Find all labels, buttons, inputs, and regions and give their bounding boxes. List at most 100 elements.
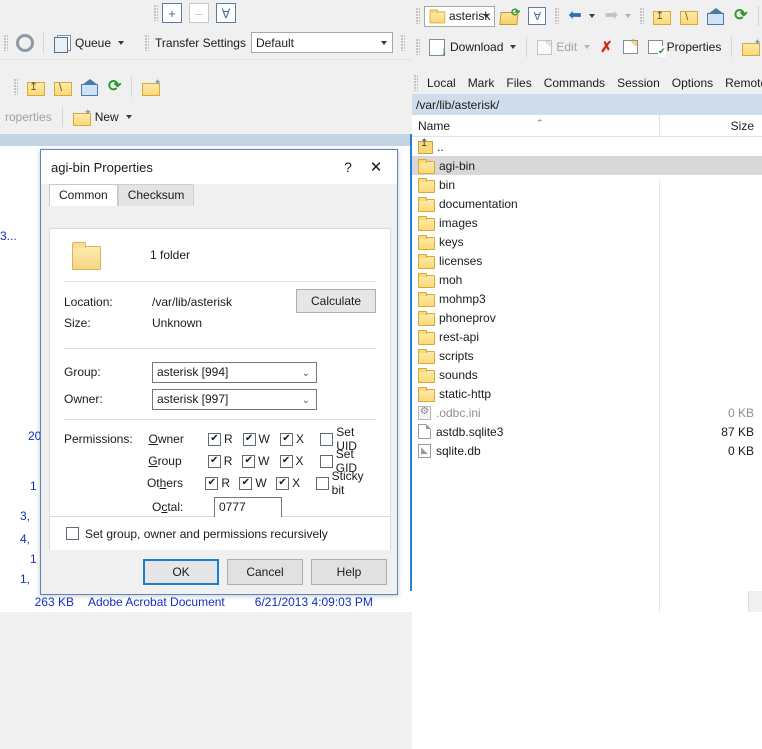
remote-parent-directory-button[interactable]	[648, 3, 675, 29]
others-write-checkbox[interactable]: ✔	[239, 476, 253, 490]
menubar-grip[interactable]	[414, 75, 418, 91]
set-gid-checkbox[interactable]	[319, 454, 333, 468]
group-execute-checkbox[interactable]: ✔	[279, 454, 293, 468]
toolbar-grip-session[interactable]	[400, 34, 405, 51]
chevron-down-icon[interactable]	[125, 115, 132, 119]
table-row[interactable]: keys	[412, 232, 762, 251]
table-row[interactable]: scripts	[412, 346, 762, 365]
column-header-name[interactable]: Name	[412, 119, 678, 133]
set-uid-checkbox[interactable]	[320, 432, 334, 446]
back-button[interactable]: ⬅	[563, 3, 599, 29]
preferences-button[interactable]	[12, 30, 38, 56]
download-button[interactable]: Download	[424, 34, 521, 60]
owner-select[interactable]: asterisk [997] ⌄	[152, 388, 317, 410]
table-row[interactable]: static-http	[412, 384, 762, 403]
remote-path-bar[interactable]: /var/lib/asterisk/	[412, 94, 762, 115]
calculate-button[interactable]: Calculate	[296, 289, 376, 313]
folder-icon	[418, 253, 435, 269]
transfer-settings-select[interactable]: Default	[250, 32, 393, 53]
tab-checksum[interactable]: Checksum	[117, 184, 195, 206]
owner-execute-checkbox[interactable]: ✔	[279, 432, 293, 446]
remote-file-list[interactable]: .. agi-bin bin documentation images keys licen…	[412, 137, 762, 749]
group-read-checkbox[interactable]: ✔	[207, 454, 221, 468]
table-row[interactable]: .odbc.ini 0 KB	[412, 403, 762, 422]
local-properties-button[interactable]: roperties	[0, 104, 57, 130]
file-list-column-header: Name ⌃ Size	[412, 115, 762, 137]
horizontal-scrollbar[interactable]	[748, 591, 762, 612]
menu-item-options[interactable]: Options	[666, 74, 719, 92]
toolbar-grip-remote-path[interactable]	[416, 8, 420, 24]
toolbar-grip-transfer[interactable]	[145, 34, 150, 51]
table-row[interactable]: licenses	[412, 251, 762, 270]
table-row[interactable]: moh	[412, 270, 762, 289]
toolbar-grip-remote-files[interactable]	[416, 39, 420, 55]
table-row[interactable]: sounds	[412, 365, 762, 384]
table-row[interactable]: sqlite.db 0 KB	[412, 441, 762, 460]
table-row[interactable]: ..	[412, 137, 762, 156]
close-icon[interactable]: ✕	[361, 158, 391, 176]
owner-write-checkbox[interactable]: ✔	[242, 432, 256, 446]
table-row[interactable]: astdb.sqlite3 87 KB	[412, 422, 762, 441]
toolbar-grip-remote-nav[interactable]	[640, 8, 645, 24]
help-icon[interactable]: ?	[335, 159, 361, 175]
table-row[interactable]: phoneprov	[412, 308, 762, 327]
octal-field[interactable]: 0777	[214, 496, 282, 518]
chevron-down-icon[interactable]	[588, 14, 595, 18]
menu-item-local[interactable]: Local	[421, 74, 462, 92]
local-parent-directory-button[interactable]	[22, 74, 49, 100]
menu-item-remote[interactable]: Remote	[719, 74, 762, 92]
cancel-button[interactable]: Cancel	[227, 559, 303, 585]
remote-new-button[interactable]: New	[737, 34, 762, 60]
menu-item-files[interactable]: Files	[500, 74, 537, 92]
table-row[interactable]: agi-bin	[412, 156, 762, 175]
toolbar-grip-local-nav[interactable]	[14, 79, 18, 95]
table-row[interactable]: bin	[412, 175, 762, 194]
rename-button[interactable]	[618, 34, 643, 60]
local-refresh-button[interactable]: ⟳	[103, 74, 126, 100]
table-row[interactable]: images	[412, 213, 762, 232]
others-read-checkbox[interactable]: ✔	[205, 476, 219, 490]
local-new-button[interactable]: New	[68, 104, 137, 130]
queue-button[interactable]: Queue	[49, 30, 129, 56]
queue-filter-button[interactable]: ∀	[216, 3, 236, 23]
remote-root-directory-button[interactable]	[675, 3, 702, 29]
recursive-checkbox[interactable]	[66, 527, 79, 540]
help-button[interactable]: Help	[311, 559, 387, 585]
ok-button[interactable]: OK	[143, 559, 219, 585]
open-directory-button[interactable]	[495, 3, 523, 29]
column-divider[interactable]	[659, 115, 660, 136]
chevron-down-icon[interactable]	[118, 40, 125, 45]
forward-button: ➡	[600, 3, 636, 29]
table-row[interactable]: mohmp3	[412, 289, 762, 308]
local-root-directory-button[interactable]	[49, 74, 76, 100]
toolbar-grip-preferences[interactable]	[4, 34, 8, 51]
menu-item-mark[interactable]: Mark	[462, 74, 501, 92]
local-file-toolbar: roperties New	[0, 102, 412, 132]
dialog-title-bar[interactable]: agi-bin Properties ? ✕	[41, 150, 397, 184]
table-row[interactable]: documentation	[412, 194, 762, 213]
tab-common[interactable]: Common	[49, 184, 118, 206]
owner-read-checkbox[interactable]: ✔	[207, 432, 221, 446]
others-execute-checkbox[interactable]: ✔	[276, 476, 290, 490]
group-select[interactable]: asterisk [994] ⌄	[152, 361, 317, 383]
recursive-label: Set group, owner and permissions recursi…	[85, 526, 328, 541]
toolbar-grip[interactable]	[154, 5, 158, 21]
toolbar-divider	[43, 32, 44, 53]
filter-button[interactable]: ∀	[523, 3, 551, 29]
queue-add-button[interactable]: +	[162, 3, 182, 23]
remote-properties-button[interactable]: Properties	[643, 34, 727, 60]
chevron-down-icon[interactable]	[510, 45, 517, 49]
remote-refresh-button[interactable]: ⟳	[729, 3, 752, 29]
menu-item-commands[interactable]: Commands	[538, 74, 611, 92]
menu-item-session[interactable]: Session	[611, 74, 666, 92]
toolbar-grip-history[interactable]	[555, 8, 560, 24]
local-home-directory-button[interactable]	[76, 74, 103, 100]
sticky-bit-checkbox[interactable]	[315, 476, 329, 490]
remote-home-directory-button[interactable]	[702, 3, 729, 29]
column-header-size[interactable]: Size	[678, 119, 762, 133]
table-row[interactable]: rest-api	[412, 327, 762, 346]
remote-path-combo[interactable]: asterisk	[424, 5, 496, 27]
local-new-link-button[interactable]	[137, 74, 165, 100]
delete-button[interactable]: ✗	[595, 34, 618, 60]
group-write-checkbox[interactable]: ✔	[242, 454, 256, 468]
